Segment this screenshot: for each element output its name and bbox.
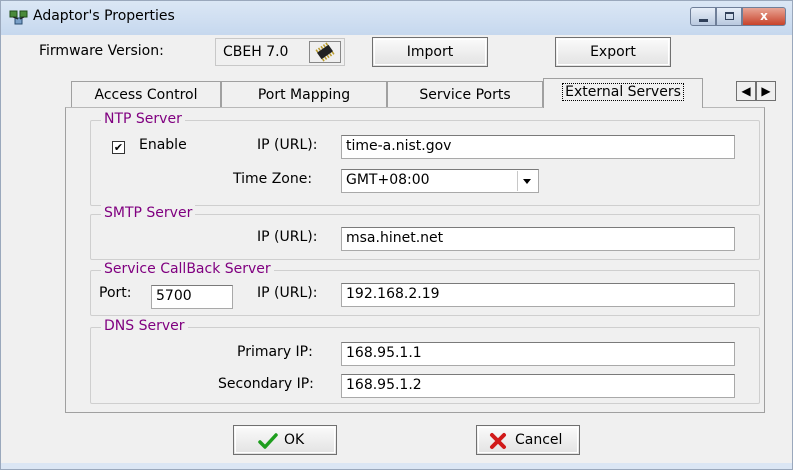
- tab-label: Port Mapping: [257, 87, 351, 103]
- primary-ip-value: 168.95.1.1: [346, 345, 422, 361]
- secondary-ip-value: 168.95.1.2: [346, 377, 422, 393]
- secondary-ip-label: Secondary IP:: [218, 376, 314, 392]
- primary-ip-input[interactable]: 168.95.1.1: [341, 342, 735, 366]
- callback-port-value: 5700: [156, 288, 192, 304]
- dialog-window: Adaptor's Properties x Firmware Version:…: [0, 0, 793, 470]
- ok-button[interactable]: OK: [233, 425, 337, 455]
- ntp-server-title: NTP Server: [101, 111, 185, 127]
- firmware-chip-button[interactable]: [309, 41, 341, 63]
- minimize-icon: [699, 19, 708, 22]
- title-bar[interactable]: Adaptor's Properties x: [1, 1, 792, 35]
- network-adaptor-icon: [9, 10, 28, 25]
- smtp-server-group: SMTP Server IP (URL): msa.hinet.net: [90, 205, 760, 260]
- tab-service-ports[interactable]: Service Ports: [387, 81, 543, 107]
- firmware-version-label: Firmware Version:: [39, 43, 164, 59]
- arrow-left-icon: ◀: [741, 84, 751, 98]
- callback-server-title: Service CallBack Server: [101, 261, 274, 277]
- ntp-enable-label: Enable: [139, 137, 187, 153]
- arrow-right-icon: ▶: [761, 84, 771, 98]
- dropdown-button[interactable]: [517, 171, 537, 191]
- close-icon: x: [760, 9, 768, 23]
- smtp-ip-input[interactable]: msa.hinet.net: [341, 227, 735, 251]
- callback-ip-label: IP (URL):: [257, 285, 318, 301]
- ok-label: OK: [284, 432, 305, 448]
- tab-access-control[interactable]: Access Control: [71, 81, 221, 107]
- minimize-button[interactable]: [690, 7, 716, 26]
- dns-server-title: DNS Server: [101, 318, 188, 334]
- caption-buttons: x: [690, 7, 786, 27]
- ntp-ip-input[interactable]: time-a.nist.gov: [341, 135, 735, 159]
- tab-scroll-left-button[interactable]: ◀: [736, 81, 756, 101]
- cancel-x-icon: [490, 433, 506, 449]
- callback-ip-value: 192.168.2.19: [346, 286, 440, 302]
- dns-server-group: DNS Server Primary IP: 168.95.1.1 Second…: [90, 318, 760, 404]
- ntp-ip-value: time-a.nist.gov: [346, 138, 452, 154]
- callback-ip-input[interactable]: 192.168.2.19: [341, 283, 735, 307]
- ntp-enable-checkbox[interactable]: ✔: [112, 141, 125, 154]
- secondary-ip-input[interactable]: 168.95.1.2: [341, 374, 735, 398]
- smtp-server-title: SMTP Server: [101, 205, 196, 221]
- ntp-ip-label: IP (URL):: [257, 137, 318, 153]
- ntp-server-group: NTP Server ✔ Enable IP (URL): time-a.nis…: [90, 111, 760, 206]
- export-button[interactable]: Export: [555, 37, 671, 67]
- tab-panel-external-servers: NTP Server ✔ Enable IP (URL): time-a.nis…: [65, 107, 765, 413]
- primary-ip-label: Primary IP:: [237, 344, 313, 360]
- smtp-ip-value: msa.hinet.net: [346, 230, 444, 246]
- time-zone-label: Time Zone:: [233, 171, 313, 187]
- tab-label: Access Control: [94, 87, 198, 103]
- maximize-button[interactable]: [716, 7, 742, 26]
- tab-scroll-right-button[interactable]: ▶: [756, 81, 776, 101]
- check-icon: ✔: [113, 141, 124, 154]
- time-zone-value: GMT+08:00: [346, 172, 430, 188]
- tab-label: Service Ports: [419, 87, 511, 103]
- export-label: Export: [590, 44, 636, 60]
- callback-server-group: Service CallBack Server Port: 5700 IP (U…: [90, 261, 760, 316]
- chevron-down-icon: [523, 179, 531, 184]
- tab-label: External Servers: [562, 83, 684, 101]
- callback-port-label: Port:: [99, 285, 132, 301]
- cancel-label: Cancel: [515, 432, 563, 448]
- maximize-icon: [725, 12, 734, 20]
- import-label: Import: [406, 44, 454, 60]
- window-title: Adaptor's Properties: [33, 8, 175, 24]
- firmware-version-value: CBEH 7.0: [223, 44, 289, 60]
- chip-icon: [315, 42, 335, 62]
- tab-external-servers[interactable]: External Servers: [543, 78, 703, 108]
- time-zone-select[interactable]: GMT+08:00: [341, 169, 539, 193]
- cancel-button[interactable]: Cancel: [476, 425, 580, 455]
- tab-port-mapping[interactable]: Port Mapping: [221, 81, 387, 107]
- smtp-ip-label: IP (URL):: [257, 229, 318, 245]
- checkmark-icon: [258, 433, 278, 449]
- window-bottom-edge: [1, 463, 792, 469]
- callback-port-input[interactable]: 5700: [151, 285, 233, 309]
- close-button[interactable]: x: [742, 7, 786, 26]
- import-button[interactable]: Import: [372, 37, 488, 67]
